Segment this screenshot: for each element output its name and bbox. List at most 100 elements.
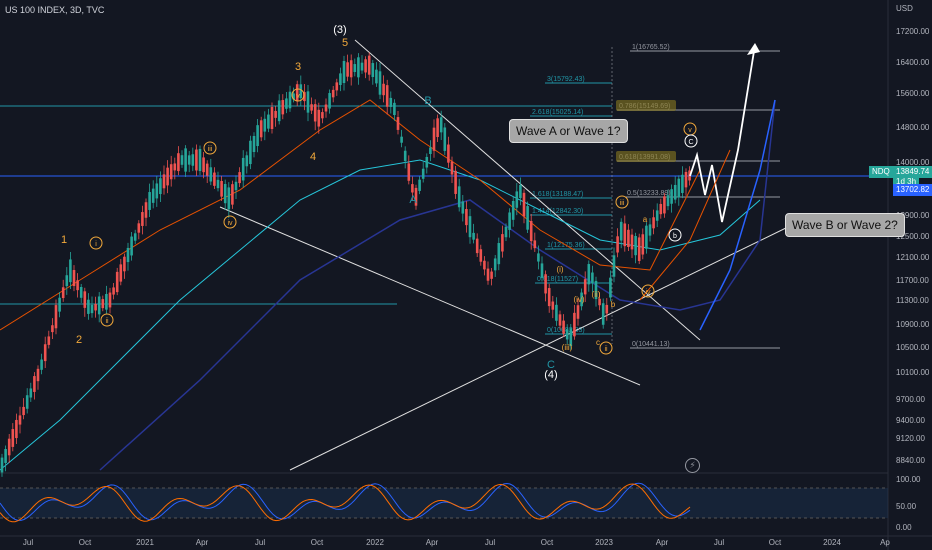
candle-body (155, 183, 159, 199)
candle-body (558, 314, 562, 326)
candle-body (159, 178, 162, 195)
wave-label-wave-a: A (409, 194, 417, 206)
candle-body (321, 112, 324, 119)
candle-body (432, 127, 436, 151)
candle-body (4, 449, 7, 463)
candle-body (623, 223, 627, 247)
candle-body (429, 147, 432, 154)
candle-body (277, 100, 281, 122)
candle-body (562, 320, 565, 334)
price-axis-label: 17200.00 (896, 27, 930, 36)
time-axis-label: Oct (79, 538, 92, 547)
candle-body (389, 97, 393, 107)
price-axis-label: 10100.00 (896, 368, 930, 377)
candle-body (227, 187, 231, 210)
candle-body (411, 184, 414, 193)
candle-body (177, 153, 180, 172)
main-pane (0, 0, 888, 472)
fib-label: 1.618(13188.47) (532, 191, 583, 198)
wave-circle-v-text: v (296, 93, 300, 100)
candle-body (331, 89, 335, 98)
candle-body (173, 163, 177, 171)
candle-body (238, 172, 241, 184)
candle-body (555, 304, 558, 321)
wave-label-wave-2: 2 (76, 334, 82, 346)
candle-body (79, 286, 83, 298)
candle-body (511, 200, 515, 220)
candle-body (526, 206, 529, 230)
candle-body (123, 256, 126, 272)
candle-body (209, 167, 213, 182)
candle-body (274, 110, 277, 118)
time-axis-label: Jul (485, 538, 495, 547)
candle-body (231, 184, 234, 205)
candle-body (652, 217, 655, 229)
candle-body (259, 120, 263, 138)
candle-body (281, 100, 285, 115)
candle-body (267, 114, 270, 129)
price-axis-label: 9700.00 (896, 395, 925, 404)
wave-label-wave-b: B (424, 95, 431, 107)
lightning-icon[interactable]: ⚡ (685, 458, 700, 473)
candle-body (515, 191, 519, 208)
candle-body (681, 174, 684, 193)
candle-body (144, 202, 148, 218)
candle-body (576, 305, 580, 319)
candle-body (655, 210, 659, 221)
candle-body (490, 271, 493, 279)
candle-body (198, 148, 202, 172)
candle-body (87, 299, 90, 314)
price-axis-label: 12100.00 (896, 253, 930, 262)
candle-body (105, 293, 108, 310)
chart-canvas[interactable]: 17200.0016400.0015600.0014800.0014000.00… (0, 0, 932, 550)
wave-label-paren-ii: (ii) (592, 290, 601, 299)
candle-body (205, 163, 209, 176)
wave-label-b-small: b (611, 300, 616, 309)
fib-label: 0(10441.13) (632, 341, 670, 348)
candle-body (375, 69, 378, 84)
time-axis-label: 2021 (136, 538, 154, 547)
currency-label: USD (896, 4, 913, 13)
callout-wave-a[interactable]: Wave A or Wave 1? (509, 119, 628, 143)
candle-body (202, 157, 205, 173)
candle-body (619, 221, 623, 241)
candle-body (108, 292, 112, 308)
candle-body (439, 117, 443, 133)
candle-body (497, 243, 501, 265)
candle-body (0, 457, 4, 473)
candle-body (313, 104, 317, 122)
candle-body (306, 91, 310, 113)
wave-circle-iv-mid-text: iv (645, 289, 651, 296)
candle-body (677, 178, 681, 198)
price-axis-label: 10500.00 (896, 343, 930, 352)
candle-body (220, 180, 223, 197)
candle-body (529, 220, 533, 242)
time-axis-label: Apr (426, 538, 439, 547)
callout-wave-b[interactable]: Wave B or Wave 2? (785, 213, 905, 237)
candle-body (493, 258, 497, 271)
candle-body (288, 91, 292, 109)
candle-body (483, 260, 486, 270)
candle-body (223, 184, 227, 204)
candle-body (11, 429, 15, 447)
oscillator-axis-label: 0.00 (896, 523, 912, 532)
candle-body (58, 297, 61, 312)
candle-body (324, 104, 328, 112)
candle-body (648, 224, 652, 236)
candle-body (36, 368, 40, 382)
price-axis-label: 16400.00 (896, 58, 930, 67)
candle-body (634, 235, 637, 256)
candle-body (317, 109, 321, 127)
symbol-badge: NDQ (869, 166, 893, 178)
candle-body (601, 303, 605, 325)
candle-body (400, 136, 403, 143)
candle-body (508, 212, 511, 230)
oscillator-axis-label: 100.00 (896, 475, 921, 484)
price-axis-label: 9120.00 (896, 434, 925, 443)
candle-body (663, 196, 666, 214)
candle-body (61, 287, 65, 299)
candle-body (627, 229, 630, 248)
candle-body (616, 236, 619, 253)
candle-body (479, 249, 483, 262)
candle-body (637, 237, 641, 261)
